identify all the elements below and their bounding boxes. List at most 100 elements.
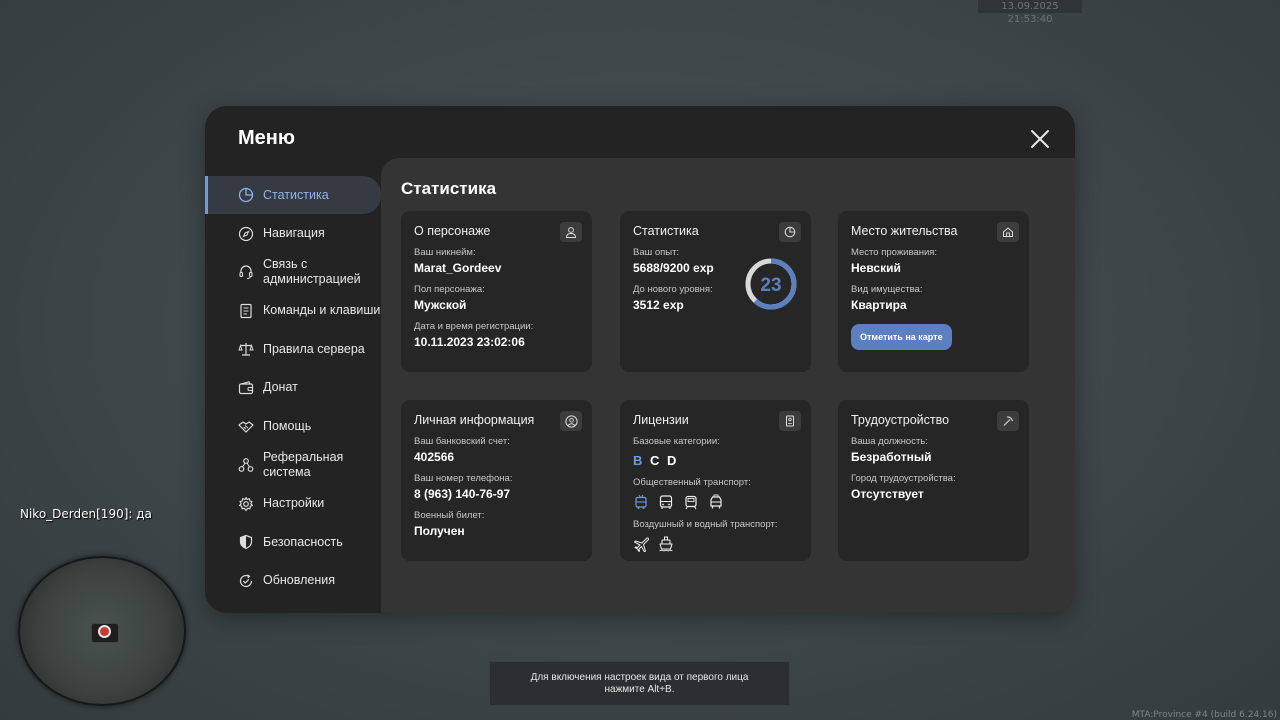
military-id-label: Военный билет: (414, 510, 485, 521)
minimap (18, 556, 186, 706)
registration-label: Дата и время регистрации: (414, 321, 534, 332)
plane-icon (634, 537, 649, 552)
content-title: Статистика (401, 179, 497, 198)
refresh-check-icon (237, 572, 255, 590)
card-title: О персонаже (414, 224, 491, 238)
sidebar-item-label: Безопасность (263, 534, 343, 549)
gender-value: Мужской (414, 298, 467, 312)
card-title: Трудоустройство (851, 413, 950, 427)
timestamp: 13.09.2025 21:53:40 (978, 0, 1082, 25)
sidebar-item-settings[interactable]: Настройки (205, 485, 381, 523)
position-label: Ваша должность: (851, 436, 928, 447)
headset-icon (237, 263, 255, 281)
property-type-value: Квартира (851, 298, 907, 312)
card-title: Место жительства (851, 224, 958, 238)
card-residence: Место жительства Место проживания: Невск… (838, 211, 1029, 372)
hint-message: Для включения настроек вида от первого л… (489, 661, 790, 706)
tram-icon (685, 495, 697, 510)
air-water-transport-label: Воздушный и водный транспорт: (633, 519, 778, 530)
sidebar: Статистика Навигация Связь с администрац… (205, 176, 381, 601)
handshake-icon (237, 418, 255, 436)
card-licenses: Лицензии Базовые категории: B C D Общест… (620, 400, 811, 561)
card-title: Лицензии (633, 413, 689, 427)
sidebar-item-label: Обновления (263, 573, 335, 588)
residence-label: Место проживания: (851, 247, 938, 258)
license-categories: B C D (633, 453, 798, 468)
sidebar-item-rules[interactable]: Правила сервера (205, 330, 381, 368)
phone-label: Ваш номер телефона: (414, 473, 513, 484)
sidebar-item-label: Донат (263, 380, 298, 395)
chat-message: Niko_Derden[190]: да (20, 507, 152, 521)
sidebar-item-help[interactable]: Помощь (205, 408, 381, 446)
sidebar-item-statistics[interactable]: Статистика (205, 176, 381, 214)
military-id-value: Получен (414, 524, 465, 538)
scales-icon (237, 340, 255, 358)
card-character: О персонаже Ваш никнейм: Marat_Gordeev П… (401, 211, 592, 372)
pickaxe-icon (997, 411, 1019, 431)
content-panel: Статистика О персонаже Ваш никнейм: Mara… (381, 158, 1075, 613)
sidebar-item-updates[interactable]: Обновления (205, 562, 381, 600)
build-label: MTA:Province #4 (build 6.24.16) (1131, 710, 1277, 720)
gender-label: Пол персонажа: (414, 284, 485, 295)
sidebar-item-label: Помощь (263, 419, 312, 434)
ship-icon (659, 536, 673, 552)
sidebar-item-label: Настройки (263, 496, 325, 511)
compass-icon (237, 225, 255, 243)
user-icon (560, 222, 582, 242)
bank-account-value: 402566 (414, 450, 455, 464)
sidebar-item-security[interactable]: Безопасность (205, 523, 381, 561)
nickname-value: Marat_Gordeev (414, 261, 502, 275)
license-category-c: C (650, 453, 662, 468)
registration-value: 10.11.2023 23:02:06 (414, 335, 525, 349)
level-value: 23 (760, 275, 781, 296)
document-icon (237, 302, 255, 320)
license-category-b: B (633, 453, 645, 468)
public-transport-icons (633, 494, 798, 510)
phone-value: 8 (963) 140-76-97 (414, 487, 511, 501)
sidebar-item-label: Реферальная система (263, 450, 344, 480)
property-type-label: Вид имущества: (851, 284, 923, 295)
level-progress-ring: 23 (745, 258, 797, 310)
pie-chart-icon (237, 186, 255, 204)
sidebar-item-donate[interactable]: Донат (205, 369, 381, 407)
close-button[interactable] (1029, 128, 1051, 150)
trolleybus-icon (635, 494, 647, 509)
card-statistics: Статистика Ваш опыт: 5688/9200 exp До но… (620, 211, 811, 372)
mark-on-map-button[interactable]: Отметить на карте (851, 324, 952, 350)
close-icon (1031, 130, 1049, 148)
air-water-transport-icons (633, 536, 798, 552)
public-transport-label: Общественный транспорт: (633, 477, 751, 488)
sidebar-item-label: Статистика (263, 187, 329, 202)
residence-value: Невский (851, 261, 901, 275)
work-city-value: Отсутствует (851, 487, 924, 501)
license-category-d: D (667, 453, 679, 468)
taxi-icon (710, 494, 722, 509)
license-card-icon (779, 411, 801, 431)
home-icon (997, 222, 1019, 242)
sidebar-item-label: Навигация (263, 226, 325, 241)
shield-icon (237, 533, 255, 551)
card-title: Личная информация (414, 413, 535, 427)
sidebar-item-admin-contact[interactable]: Связь с администрацией (205, 253, 381, 291)
user-circle-icon (560, 411, 582, 431)
card-title: Статистика (633, 224, 699, 238)
menu-title: Меню (238, 127, 295, 149)
work-city-label: Город трудоустройства: (851, 473, 956, 484)
card-employment: Трудоустройство Ваша должность: Безработ… (838, 400, 1029, 561)
position-value: Безработный (851, 450, 932, 464)
gear-icon (237, 495, 255, 513)
sidebar-item-label: Команды и клавиши (263, 303, 381, 318)
sidebar-item-commands[interactable]: Команды и клавиши (205, 292, 381, 330)
sidebar-item-label: Правила сервера (263, 341, 365, 356)
sidebar-item-navigation[interactable]: Навигация (205, 215, 381, 253)
menu-window: Меню Статистика Навигация Связь с админи… (205, 106, 1075, 613)
pie-chart-icon (779, 222, 801, 242)
card-personal-info: Личная информация Ваш банковский счет: 4… (401, 400, 592, 561)
nickname-label: Ваш никнейм: (414, 247, 476, 258)
sidebar-item-label: Связь с администрацией (263, 257, 361, 287)
bank-account-label: Ваш банковский счет: (414, 436, 510, 447)
network-icon (237, 456, 255, 474)
bus-icon (659, 495, 673, 509)
base-categories-label: Базовые категории: (633, 436, 720, 447)
sidebar-item-referral[interactable]: Реферальная система (205, 446, 381, 484)
